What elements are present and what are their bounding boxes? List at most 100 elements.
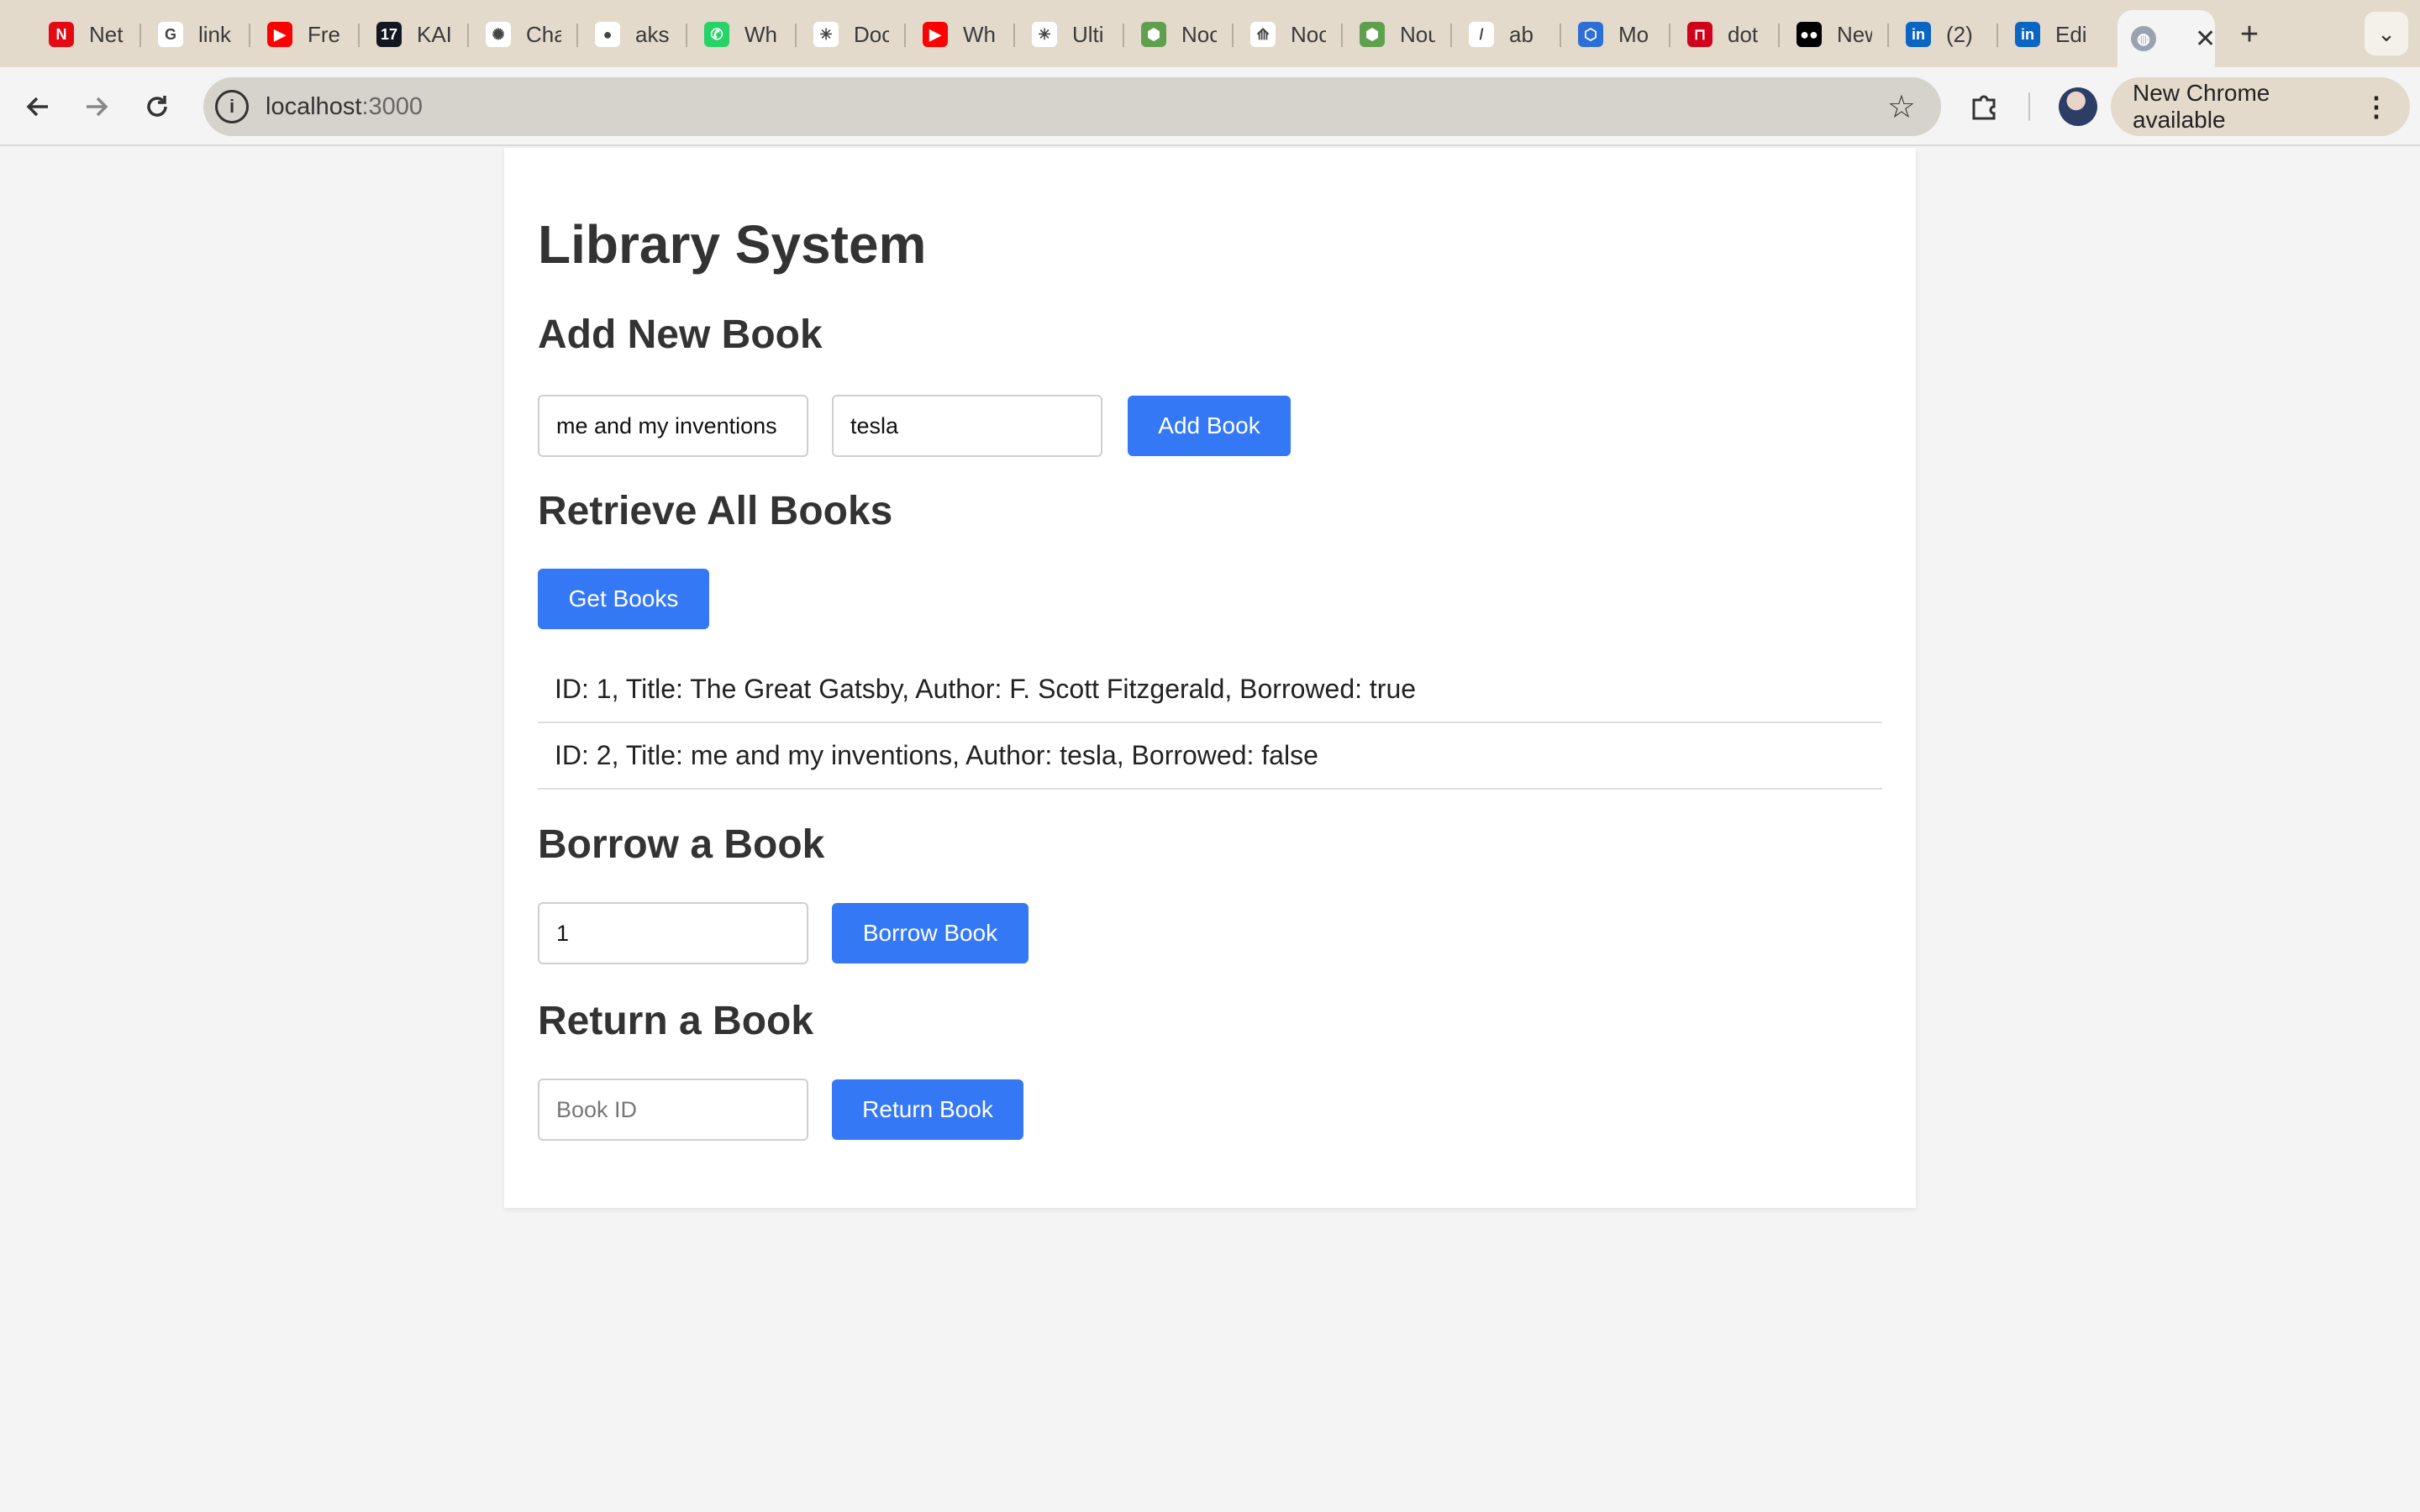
tradingview-icon: 17 <box>376 22 402 47</box>
tab-label: Net <box>89 21 124 47</box>
tab-separator <box>1887 24 1889 47</box>
tab-label: Noc <box>1181 21 1217 47</box>
library-card: Library System Add New Book Add Book Ret… <box>504 148 1916 1208</box>
tab-wh-8[interactable]: ▶ Wh <box>908 12 1012 57</box>
asterisk-icon: ✳ <box>813 22 839 47</box>
waves-icon: ⟰ <box>1250 22 1276 47</box>
tab-active[interactable]: ◍ ✕ <box>2118 10 2215 67</box>
linkedin-icon: in <box>1906 22 1931 47</box>
tab-label: Cha <box>526 21 561 47</box>
return-book-heading: Return a Book <box>538 999 814 1043</box>
tab-separator <box>1013 24 1015 47</box>
tab-noc-10[interactable]: ⬢ Noc <box>1126 12 1230 57</box>
kebab-menu-icon[interactable]: ⋮ <box>2363 91 2390 123</box>
tab-cha-4[interactable]: ✺ Cha <box>471 12 575 57</box>
site-info-icon[interactable]: i <box>215 90 249 123</box>
extensions-icon[interactable] <box>1965 87 2003 126</box>
update-label: New Chrome available <box>2133 80 2270 133</box>
close-tab-icon[interactable]: ✕ <box>2195 24 2215 54</box>
browser-toolbar: i localhost:3000 ☆ New Chrome available … <box>0 67 2420 146</box>
borrow-book-heading: Borrow a Book <box>538 822 825 867</box>
tab-ab-13[interactable]: / ab <box>1454 12 1558 57</box>
tab-label: Nou <box>1400 21 1435 47</box>
tab-label: Ulti <box>1072 21 1104 47</box>
tab-label: Wh <box>744 21 777 47</box>
list-item: ID: 1, Title: The Great Gatsby, Author: … <box>538 657 1882 723</box>
tab-noc-11[interactable]: ⟰ Noc <box>1235 12 1339 57</box>
tab-label: Edi <box>2055 21 2087 47</box>
tab-strip: ◍ ✕ + ⌄ N Net Glink ▶ Fre 17 KAI ✺ Cha ● aks ✆ Wh ✳ Do… <box>0 0 2420 67</box>
tab-separator <box>358 24 360 47</box>
medium-icon: ●● <box>1797 22 1822 47</box>
tab-new-16[interactable]: ●● New <box>1781 12 1886 57</box>
borrow-book-id-input[interactable] <box>538 902 808 964</box>
profile-avatar[interactable] <box>2059 87 2097 126</box>
whatsapp-icon: ✆ <box>704 22 729 47</box>
tab-separator <box>1450 24 1452 47</box>
bookmark-star-icon[interactable]: ☆ <box>1887 88 1916 126</box>
tab-separator <box>795 24 797 47</box>
tab-fre-2[interactable]: ▶ Fre <box>252 12 356 57</box>
list-item: ID: 2, Title: me and my inventions, Auth… <box>538 723 1882 790</box>
tab-dot-15[interactable]: ⊓ dot <box>1672 12 1776 57</box>
cube-icon: ⬡ <box>1578 22 1603 47</box>
borrow-book-button[interactable]: Borrow Book <box>832 903 1028 963</box>
tab-doc-7[interactable]: ✳ Doc <box>798 12 902 57</box>
toolbar-divider <box>2028 92 2030 121</box>
tab-separator <box>904 24 906 47</box>
tab-nou-12[interactable]: ⬢ Nou <box>1344 12 1449 57</box>
url-host: localhost <box>266 92 362 120</box>
book-list: ID: 1, Title: The Great Gatsby, Author: … <box>538 657 1882 790</box>
tab-net-0[interactable]: N Net <box>34 12 138 57</box>
book-title-input[interactable] <box>538 395 808 457</box>
tab-separator <box>1669 24 1670 47</box>
tab-link-1[interactable]: Glink <box>143 12 247 57</box>
asterisk-icon: ✳ <box>1032 22 1057 47</box>
reload-icon <box>147 96 167 117</box>
return-book-id-input[interactable] <box>538 1079 808 1141</box>
tab-aks-5[interactable]: ● aks <box>580 12 684 57</box>
nodejs-icon: ⬢ <box>1360 22 1385 47</box>
return-book-button[interactable]: Return Book <box>832 1079 1023 1140</box>
reload-button[interactable] <box>136 86 178 128</box>
tab-label: (2) <box>1946 21 1973 47</box>
add-book-button[interactable]: Add Book <box>1128 396 1291 456</box>
page-title: Library System <box>538 214 927 275</box>
tab-search-button[interactable]: ⌄ <box>2365 12 2408 55</box>
new-tab-button[interactable]: + <box>2230 15 2269 54</box>
netflix-icon: N <box>49 22 74 47</box>
retrieve-books-heading: Retrieve All Books <box>538 489 893 533</box>
tab-label: dot <box>1728 21 1759 47</box>
tab-edi-18[interactable]: in Edi <box>2000 12 2104 57</box>
bracket-icon: ⊓ <box>1687 22 1712 47</box>
chatgpt-icon: ✺ <box>486 22 511 47</box>
youtube-icon: ▶ <box>923 22 948 47</box>
tab-2-17[interactable]: in (2) <box>1891 12 1995 57</box>
nodejs-icon: ⬢ <box>1141 22 1166 47</box>
tab-separator <box>1778 24 1780 47</box>
back-arrow-icon <box>26 97 48 117</box>
tab-label: Noc <box>1291 21 1326 47</box>
get-books-button[interactable]: Get Books <box>538 569 709 629</box>
tab-separator <box>576 24 578 47</box>
add-book-heading: Add New Book <box>538 312 823 357</box>
tab-label: Mo <box>1618 21 1649 47</box>
tab-separator <box>467 24 469 47</box>
forward-arrow-icon <box>87 97 108 117</box>
forward-button[interactable] <box>76 86 118 128</box>
tab-label: link <box>198 21 232 47</box>
tab-label: aks <box>635 21 670 47</box>
tab-kai-3[interactable]: 17 KAI <box>361 12 466 57</box>
tab-separator <box>1123 24 1124 47</box>
chrome-update-button[interactable]: New Chrome available ⋮ <box>2111 77 2410 136</box>
tab-wh-6[interactable]: ✆ Wh <box>689 12 793 57</box>
book-author-input[interactable] <box>832 395 1102 457</box>
back-button[interactable] <box>17 86 59 128</box>
globe-icon: ◍ <box>2131 26 2156 51</box>
tab-separator <box>1560 24 1561 47</box>
address-bar[interactable]: i localhost:3000 ☆ <box>203 77 1941 136</box>
tab-separator <box>139 24 141 47</box>
tab-mo-14[interactable]: ⬡ Mo <box>1563 12 1667 57</box>
url-port: :3000 <box>361 92 424 120</box>
tab-ulti-9[interactable]: ✳ Ulti <box>1017 12 1121 57</box>
